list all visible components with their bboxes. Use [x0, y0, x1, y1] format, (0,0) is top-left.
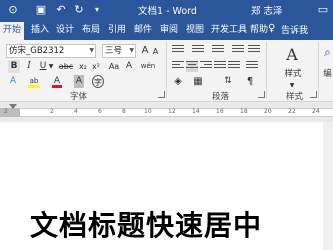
styles-dialog-launcher[interactable]: [310, 91, 317, 98]
autosave-icon[interactable]: ⊙: [6, 3, 20, 17]
strikethrough-button[interactable]: abc: [58, 60, 74, 73]
tab-layout[interactable]: 布局: [82, 23, 100, 39]
text-effects-button[interactable]: A: [8, 75, 18, 88]
chevron-down-icon: ▼: [89, 47, 94, 54]
increase-indent-icon[interactable]: [248, 45, 260, 56]
char-shading-button[interactable]: A: [74, 75, 84, 88]
phonetic-guide-button[interactable]: wén: [140, 60, 156, 73]
title-bar: ⊙ ▣ ↶ ↻ ▾ 文档1 - Word 郑 志泽 ▭: [0, 0, 333, 20]
tab-home[interactable]: 开始: [0, 22, 25, 40]
user-name[interactable]: 郑 志泽: [251, 3, 283, 17]
show-marks-icon[interactable]: ¶: [244, 75, 256, 88]
bold-button[interactable]: B: [8, 60, 20, 73]
underline-button[interactable]: U: [38, 60, 48, 73]
tab-design[interactable]: 设计: [56, 23, 74, 39]
superscript-button[interactable]: x²: [91, 60, 101, 73]
ruler-number: 8: [122, 108, 126, 115]
styles-gallery-icon[interactable]: A: [284, 46, 300, 64]
font-size-select[interactable]: 三号 ▼: [102, 44, 136, 58]
shading-icon[interactable]: ◈: [172, 75, 184, 88]
styles-group-label: 样式: [286, 92, 304, 102]
ruler-number: 6: [98, 108, 102, 115]
ruler-number: 2: [50, 108, 54, 115]
group-separator: [318, 42, 319, 98]
line-spacing-icon[interactable]: [246, 61, 258, 72]
clear-format-button[interactable]: A: [124, 60, 134, 73]
paragraph-dialog-launcher[interactable]: [258, 91, 265, 98]
ruler-number: 4: [74, 108, 78, 115]
grow-font-button[interactable]: A: [140, 44, 150, 57]
ruler-number: 12: [168, 108, 176, 115]
ruler-number: 18: [240, 108, 248, 115]
horizontal-ruler[interactable]: 2 2 4 6 8 10 12 14 16 18 20 22 24: [0, 102, 333, 122]
ribbon-display-icon[interactable]: ▭: [316, 3, 330, 17]
paragraph-group-label: 段落: [212, 92, 230, 102]
chevron-down-icon: ▼: [129, 47, 134, 54]
tell-me-search[interactable]: 告诉我: [281, 23, 308, 36]
underline-dropdown-icon[interactable]: ▼: [48, 60, 54, 73]
shrink-font-button[interactable]: A: [151, 45, 160, 58]
document-heading[interactable]: 文档标题快速居中: [30, 204, 262, 244]
lightbulb-icon: ♀: [268, 23, 276, 34]
multilevel-list-icon[interactable]: [212, 45, 224, 56]
bullets-icon[interactable]: [172, 45, 184, 56]
tab-insert[interactable]: 插入: [31, 23, 49, 39]
window-title: 文档1 - Word: [138, 6, 197, 17]
enclose-char-button[interactable]: 字: [92, 75, 104, 88]
ruler-number: 22: [288, 108, 296, 115]
align-center-icon[interactable]: [186, 61, 198, 72]
justify-icon[interactable]: [214, 61, 226, 72]
tab-help[interactable]: 帮助: [250, 23, 268, 39]
align-left-icon[interactable]: [172, 61, 184, 72]
tab-references[interactable]: 引用: [108, 23, 126, 39]
ruler-number: 24: [312, 108, 320, 115]
editing-button-label[interactable]: 编: [322, 68, 333, 81]
font-color-button[interactable]: A: [52, 75, 62, 88]
tab-review[interactable]: 审阅: [160, 23, 178, 39]
ruler-number: 20: [264, 108, 272, 115]
quick-access-dropdown-icon[interactable]: ▾: [90, 3, 104, 17]
sort-icon[interactable]: ⇅: [222, 75, 234, 88]
font-dialog-launcher[interactable]: [158, 91, 165, 98]
undo-icon[interactable]: ↶: [54, 3, 68, 17]
ruler-number: 16: [216, 108, 224, 115]
vertical-scrollbar[interactable]: [323, 122, 333, 250]
numbering-icon[interactable]: [192, 45, 204, 56]
first-line-indent-marker[interactable]: [9, 104, 17, 109]
tab-mailings[interactable]: 邮件: [134, 23, 152, 39]
font-size-value: 三号: [105, 46, 123, 56]
group-separator: [166, 42, 167, 98]
font-group-label: 字体: [70, 92, 88, 102]
save-icon[interactable]: ▣: [34, 3, 48, 17]
ribbon-tabs: 开始 插入 设计 布局 引用 邮件 审阅 视图 开发工具 帮助 ♀ 告诉我: [0, 20, 333, 40]
align-right-icon[interactable]: [200, 61, 212, 72]
ruler-number: 2: [4, 108, 8, 115]
decrease-indent-icon[interactable]: [232, 45, 244, 56]
ribbon: 仿宋_GB2312 ▼ 三号 ▼ A A B I U ▼ abc x₂ x² A…: [0, 40, 333, 102]
font-name-select[interactable]: 仿宋_GB2312 ▼: [6, 44, 96, 58]
ruler-number: 14: [192, 108, 200, 115]
group-separator: [266, 42, 267, 98]
search-icon[interactable]: ⌕: [322, 46, 333, 59]
ruler-number: 10: [144, 108, 152, 115]
ruler-margin: [0, 108, 20, 117]
borders-icon[interactable]: ▦: [192, 75, 204, 88]
distributed-icon[interactable]: [228, 61, 240, 72]
highlight-button[interactable]: ab: [28, 75, 40, 88]
redo-icon[interactable]: ↻: [72, 3, 86, 17]
tab-developer[interactable]: 开发工具: [211, 23, 247, 39]
font-name-value: 仿宋_GB2312: [9, 46, 65, 56]
italic-button[interactable]: I: [24, 60, 34, 73]
case-button[interactable]: Aa: [107, 60, 121, 73]
subscript-button[interactable]: x₂: [78, 60, 88, 73]
tab-view[interactable]: 视图: [186, 23, 204, 39]
